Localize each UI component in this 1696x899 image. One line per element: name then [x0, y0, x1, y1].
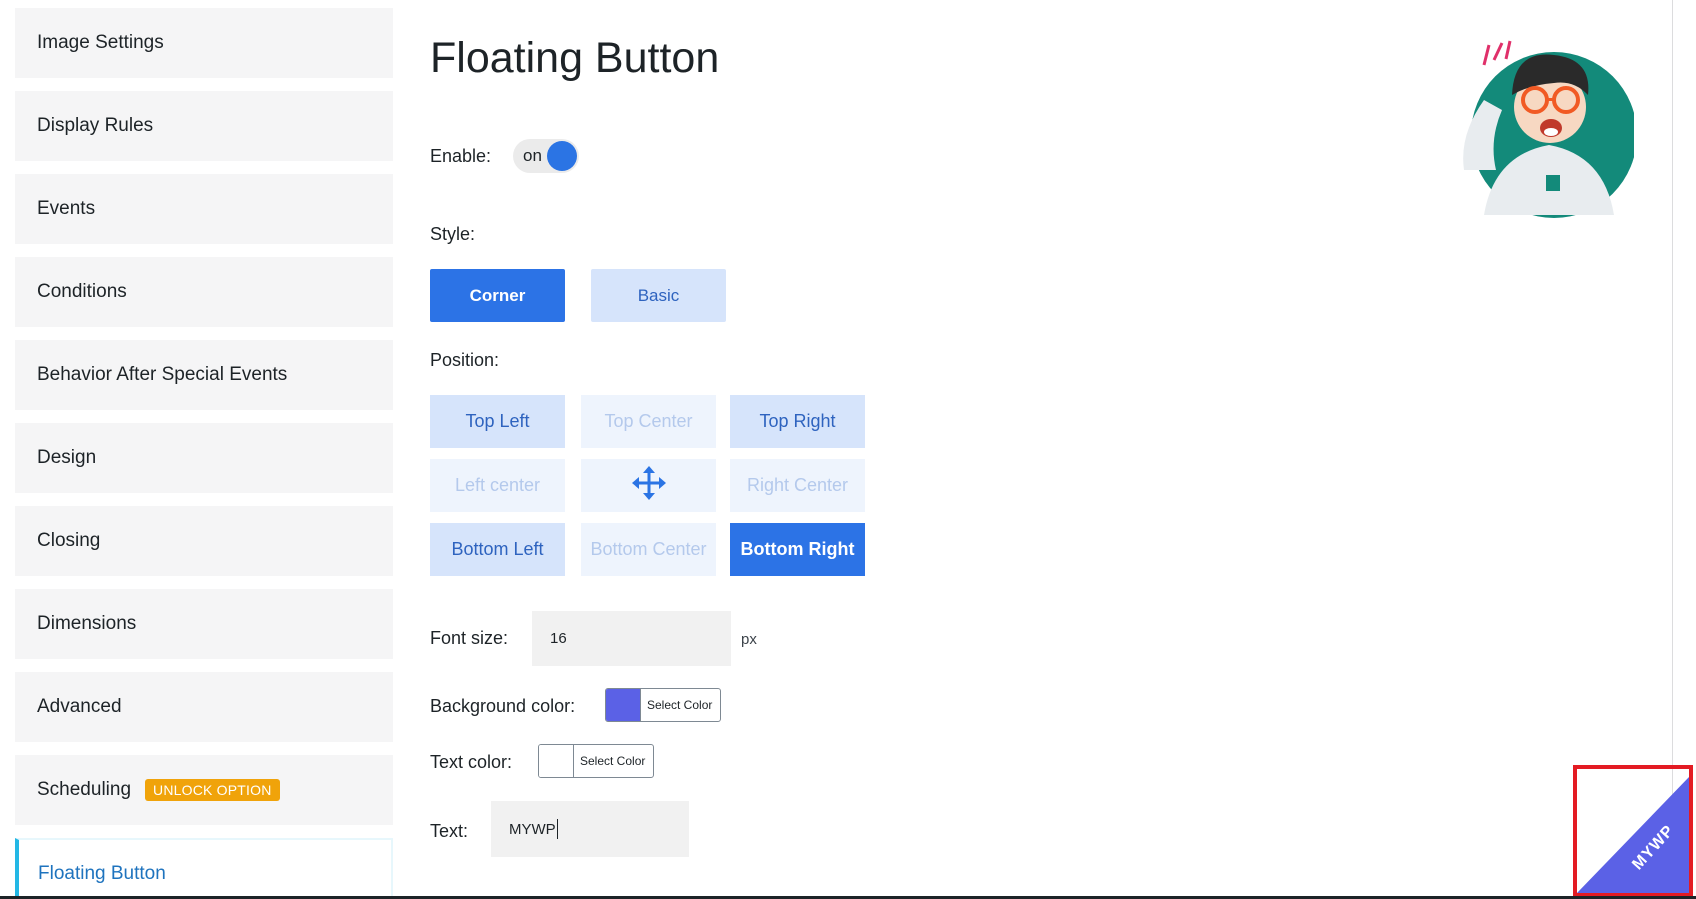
sidebar-item-label: Image Settings: [37, 32, 164, 53]
unlock-option-badge[interactable]: UNLOCK OPTION: [145, 779, 280, 801]
sidebar-item-events[interactable]: Events: [15, 174, 393, 244]
sidebar-item-design[interactable]: Design: [15, 423, 393, 493]
sidebar-item-scheduling[interactable]: Scheduling UNLOCK OPTION: [15, 755, 393, 825]
background-color-label: Background color:: [430, 696, 576, 716]
text-input[interactable]: MYWP: [491, 801, 689, 857]
background-color-swatch: [606, 689, 641, 721]
position-option-label: Bottom Right: [740, 539, 855, 559]
sidebar-item-label: Behavior After Special Events: [37, 364, 288, 385]
sidebar-item-label: Design: [37, 447, 97, 468]
sidebar-item-display-rules[interactable]: Display Rules: [15, 91, 393, 161]
sidebar-item-label: Dimensions: [37, 613, 137, 634]
page-title: Floating Button: [430, 34, 720, 82]
select-color-label: Select Color: [647, 698, 713, 712]
sidebar-item-label: Conditions: [37, 281, 127, 302]
enable-label: Enable:: [430, 146, 492, 166]
sidebar-item-label: Floating Button: [38, 863, 166, 884]
floating-button-preview-highlight: MYWP: [1573, 765, 1693, 897]
position-left-center-button[interactable]: Left center: [430, 459, 565, 512]
enable-toggle[interactable]: on: [513, 139, 579, 173]
position-option-label: Bottom Left: [451, 539, 544, 559]
text-label: Text:: [430, 821, 469, 841]
move-arrows-icon: [631, 465, 667, 506]
position-option-label: Top Left: [465, 411, 530, 431]
font-size-label: Font size:: [430, 628, 509, 648]
sidebar-item-closing[interactable]: Closing: [15, 506, 393, 576]
position-label: Position:: [430, 350, 500, 370]
select-color-label: Select Color: [580, 754, 646, 768]
sidebar-item-dimensions[interactable]: Dimensions: [15, 589, 393, 659]
style-label: Style:: [430, 224, 476, 244]
sidebar-item-label: Closing: [37, 530, 101, 551]
text-input-value: MYWP: [509, 820, 556, 838]
position-bottom-left-button[interactable]: Bottom Left: [430, 523, 565, 576]
mascot-avatar: [1454, 25, 1637, 220]
position-option-label: Top Right: [759, 411, 836, 431]
position-bottom-center-button[interactable]: Bottom Center: [581, 523, 716, 576]
sidebar-item-conditions[interactable]: Conditions: [15, 257, 393, 327]
position-option-label: Left center: [454, 475, 541, 495]
text-color-swatch: [539, 745, 574, 777]
toggle-knob: [547, 141, 577, 171]
position-top-left-button[interactable]: Top Left: [430, 395, 565, 448]
sidebar-item-behavior-after-special-events[interactable]: Behavior After Special Events: [15, 340, 393, 410]
sidebar-item-floating-button[interactable]: Floating Button: [15, 838, 393, 899]
position-top-center-button[interactable]: Top Center: [581, 395, 716, 448]
position-center-move-button[interactable]: [581, 459, 716, 512]
font-size-input[interactable]: 16: [532, 611, 731, 666]
text-cursor: [556, 819, 558, 839]
sidebar-item-label: Display Rules: [37, 115, 154, 136]
floating-corner-button[interactable]: MYWP: [1577, 769, 1689, 893]
position-option-label: Right Center: [746, 475, 849, 495]
sidebar-item-label: Events: [37, 198, 96, 219]
toggle-state-text: on: [523, 146, 542, 165]
position-bottom-right-button[interactable]: Bottom Right: [730, 523, 865, 576]
position-option-label: Bottom Center: [590, 539, 707, 559]
style-basic-button[interactable]: Basic: [591, 269, 726, 322]
style-corner-button[interactable]: Corner: [430, 269, 565, 322]
style-option-label: Corner: [469, 285, 526, 305]
sidebar-item-image-settings[interactable]: Image Settings: [15, 8, 393, 78]
position-right-center-button[interactable]: Right Center: [730, 459, 865, 512]
sidebar-item-label: Scheduling: [37, 779, 132, 800]
font-size-unit: px: [741, 631, 757, 648]
background-color-picker[interactable]: Select Color: [605, 688, 721, 722]
position-top-right-button[interactable]: Top Right: [730, 395, 865, 448]
text-color-picker[interactable]: Select Color: [538, 744, 654, 778]
position-option-label: Top Center: [604, 411, 693, 431]
sidebar-item-advanced[interactable]: Advanced: [15, 672, 393, 742]
text-color-label: Text color:: [430, 752, 513, 772]
sidebar-item-label: Advanced: [37, 696, 122, 717]
style-option-label: Basic: [637, 285, 680, 305]
settings-page: Image Settings Display Rules Events Cond…: [0, 0, 1696, 899]
